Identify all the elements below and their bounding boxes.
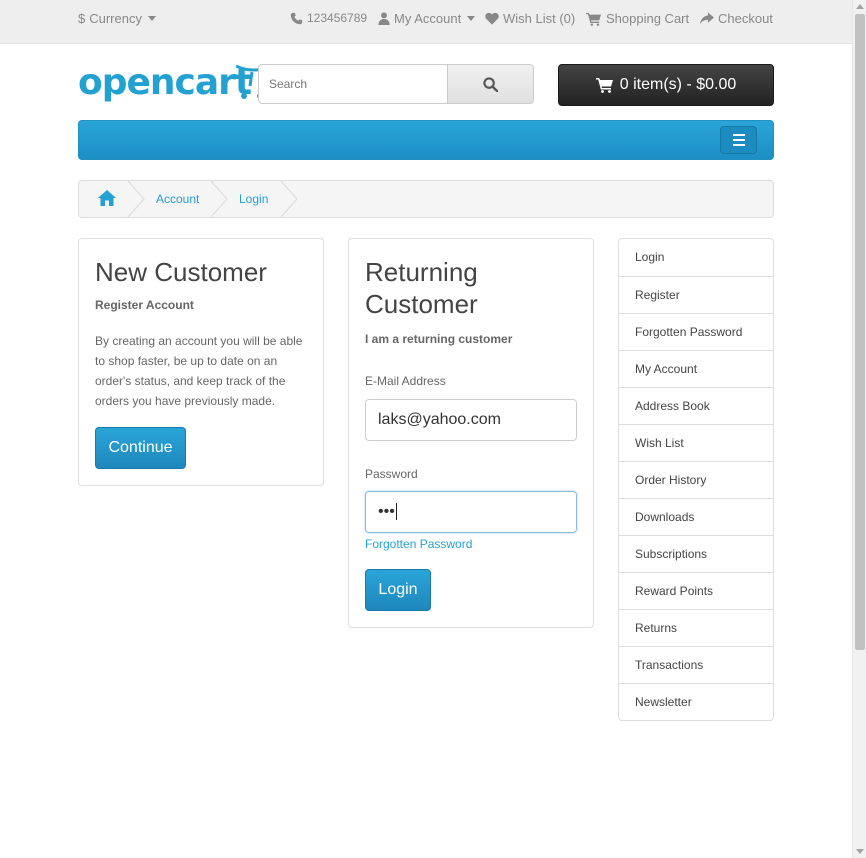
continue-button[interactable]: Continue	[95, 427, 186, 469]
store-logo[interactable]: opencart	[78, 60, 262, 106]
share-icon	[700, 12, 714, 25]
breadcrumb: Account Login	[78, 180, 774, 218]
breadcrumb-separator	[210, 181, 228, 217]
cart-total: 0 item(s) - $0.00	[619, 76, 737, 93]
shopping-cart-label: Shopping Cart	[606, 11, 690, 26]
hamburger-icon-bar	[732, 144, 745, 146]
search-bar	[258, 64, 534, 104]
email-label: E-Mail Address	[365, 374, 446, 388]
chevron-down-icon	[467, 16, 476, 21]
account-menu-item-order-history[interactable]: Order History	[619, 461, 773, 498]
password-label: Password	[365, 467, 418, 481]
account-menu-item-subscriptions[interactable]: Subscriptions	[619, 535, 773, 572]
cart-icon	[595, 78, 613, 93]
account-menu-item-forgotten-password[interactable]: Forgotten Password	[619, 313, 773, 350]
menu-toggle-button[interactable]	[720, 126, 757, 154]
password-value: •••	[378, 503, 395, 520]
returning-title-line2: Customer	[365, 289, 478, 319]
phone-icon	[290, 12, 303, 24]
new-customer-panel: New Customer Register Account By creatin…	[78, 238, 324, 486]
home-icon	[98, 190, 116, 206]
breadcrumb-separator	[280, 181, 298, 217]
top-bar: $ Currency 123456789 My Account Wish Lis…	[0, 0, 852, 44]
breadcrumb-item-account[interactable]: Account	[156, 181, 199, 217]
forgotten-password-link[interactable]: Forgotten Password	[365, 537, 472, 551]
search-input[interactable]	[258, 64, 448, 104]
breadcrumb-separator	[127, 181, 145, 217]
heart-icon	[485, 12, 499, 25]
login-button[interactable]: Login	[365, 569, 431, 611]
chevron-down-icon	[147, 16, 156, 21]
account-menu: Login Register Forgotten Password My Acc…	[618, 238, 774, 721]
account-menu-item-wish-list[interactable]: Wish List	[619, 424, 773, 461]
account-menu-item-downloads[interactable]: Downloads	[619, 498, 773, 535]
breadcrumb-item-login[interactable]: Login	[239, 181, 268, 217]
scroll-up-icon[interactable]	[856, 4, 864, 9]
account-menu-item-register[interactable]: Register	[619, 276, 773, 313]
currency-dropdown[interactable]: $ Currency	[78, 11, 156, 26]
email-field[interactable]: laks@yahoo.com	[365, 399, 577, 441]
currency-symbol: $	[78, 11, 86, 26]
account-menu-item-address-book[interactable]: Address Book	[619, 387, 773, 424]
wishlist-link[interactable]: Wish List (0)	[485, 11, 575, 26]
returning-customer-panel: Returning Customer I am a returning cust…	[348, 238, 594, 628]
returning-title-line1: Returning	[365, 257, 478, 287]
currency-label: Currency	[89, 11, 142, 26]
text-cursor	[395, 503, 397, 521]
register-account-heading: Register Account	[95, 298, 194, 312]
register-description: By creating an account you will be able …	[95, 334, 303, 408]
logo-text: opencart	[78, 62, 252, 103]
cart-icon	[586, 12, 601, 26]
scroll-down-icon[interactable]	[856, 849, 864, 854]
hamburger-icon	[732, 134, 745, 136]
my-account-dropdown[interactable]: My Account	[378, 11, 476, 26]
account-menu-item-reward-points[interactable]: Reward Points	[619, 572, 773, 609]
account-menu-item-transactions[interactable]: Transactions	[619, 646, 773, 683]
page-scrollbar[interactable]	[852, 0, 866, 858]
checkout-link[interactable]: Checkout	[700, 11, 773, 26]
account-menu-item-newsletter[interactable]: Newsletter	[619, 683, 773, 720]
password-field[interactable]: •••	[365, 491, 577, 533]
cart-button[interactable]: 0 item(s) - $0.00	[558, 64, 774, 106]
search-icon	[483, 76, 498, 92]
search-button[interactable]	[448, 64, 534, 104]
my-account-label: My Account	[394, 11, 462, 26]
phone-link[interactable]: 123456789	[290, 11, 367, 25]
main-menu	[78, 120, 774, 160]
checkout-label: Checkout	[718, 11, 773, 26]
user-icon	[378, 12, 390, 25]
account-menu-item-login[interactable]: Login	[619, 239, 773, 276]
breadcrumb-home[interactable]	[98, 190, 116, 208]
account-menu-item-my-account[interactable]: My Account	[619, 350, 773, 387]
returning-customer-subtitle: I am a returning customer	[365, 332, 513, 346]
wishlist-label: Wish List (0)	[503, 11, 576, 26]
account-menu-item-returns[interactable]: Returns	[619, 609, 773, 646]
new-customer-title: New Customer	[95, 257, 267, 287]
hamburger-icon-bar	[732, 139, 745, 141]
returning-customer-title: Returning Customer	[365, 256, 478, 320]
scrollbar-thumb[interactable]	[855, 14, 865, 650]
phone-number: 123456789	[307, 11, 368, 25]
shopping-cart-link[interactable]: Shopping Cart	[586, 11, 689, 26]
